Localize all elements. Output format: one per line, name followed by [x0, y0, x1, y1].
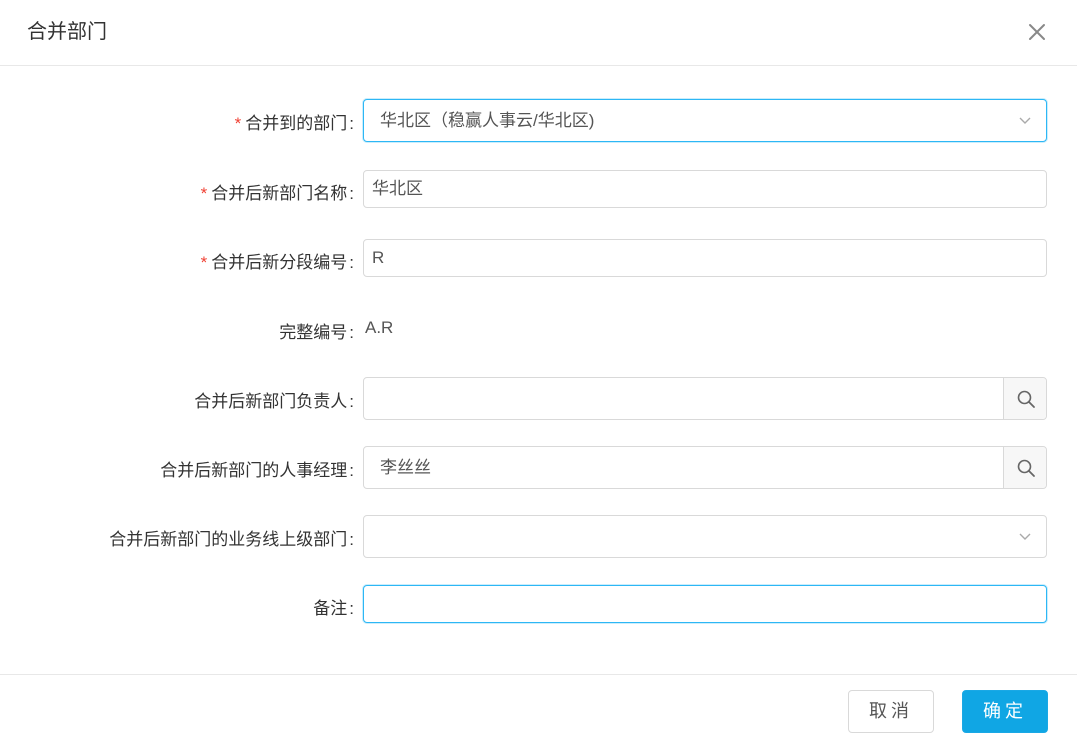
new-name-value: 华北区	[372, 179, 423, 198]
new-name-input[interactable]: 华北区	[363, 170, 1047, 208]
new-head-search-button[interactable]	[1003, 378, 1046, 419]
form-row-merge-target: * 合并到的部门: 华北区（稳赢人事云/华北区)	[0, 99, 1077, 142]
hr-manager-value: 李丝丝	[380, 458, 431, 477]
form-row-hr-manager: 合并后新部门的人事经理: 李丝丝	[0, 446, 1077, 489]
cancel-button[interactable]: 取消	[848, 690, 934, 733]
dialog-header: 合并部门	[0, 0, 1077, 66]
form-row-new-name: * 合并后新部门名称: 华北区	[0, 170, 1077, 208]
confirm-button[interactable]: 确定	[962, 690, 1048, 733]
segment-code-value: R	[372, 248, 385, 267]
new-head-input[interactable]	[363, 377, 1047, 420]
form-row-new-head: 合并后新部门负责人:	[0, 377, 1077, 420]
hr-manager-search-button[interactable]	[1003, 447, 1046, 488]
remark-label: 备注:	[313, 599, 354, 618]
hr-manager-input[interactable]: 李丝丝	[363, 446, 1047, 489]
form-row-business-parent: 合并后新部门的业务线上级部门:	[0, 515, 1077, 558]
segment-code-label: * 合并后新分段编号:	[200, 253, 354, 272]
merge-target-label: * 合并到的部门:	[234, 114, 354, 133]
form-row-full-code: 完整编号: A.R	[0, 315, 1077, 343]
required-mark: *	[200, 184, 208, 203]
required-mark: *	[234, 114, 242, 133]
search-icon	[1017, 459, 1035, 477]
required-mark: *	[200, 253, 208, 272]
search-icon	[1017, 390, 1035, 408]
chevron-down-icon	[1019, 533, 1031, 540]
business-parent-label: 合并后新部门的业务线上级部门:	[109, 530, 354, 549]
merge-department-dialog: 合并部门 * 合并到的部门: 华北区（稳赢人事云/华北区) * 合并后新部门名称: …	[0, 0, 1077, 737]
close-icon	[1029, 24, 1045, 40]
hr-manager-label: 合并后新部门的人事经理:	[160, 461, 354, 480]
dialog-footer: 取消 确定	[0, 674, 1077, 737]
full-code-value: A.R	[365, 318, 394, 337]
form-row-segment-code: * 合并后新分段编号: R	[0, 239, 1077, 277]
segment-code-input[interactable]: R	[363, 239, 1047, 277]
new-head-label: 合并后新部门负责人:	[194, 392, 354, 411]
close-button[interactable]	[1022, 17, 1052, 47]
remark-input[interactable]	[363, 585, 1047, 623]
merge-target-select[interactable]: 华北区（稳赢人事云/华北区)	[363, 99, 1047, 142]
merge-target-value: 华北区（稳赢人事云/华北区)	[380, 111, 595, 130]
full-code-label: 完整编号:	[279, 323, 354, 342]
form-row-remark: 备注:	[0, 585, 1077, 623]
chevron-down-icon	[1019, 117, 1031, 124]
new-name-label: * 合并后新部门名称:	[200, 184, 354, 203]
dialog-title: 合并部门	[27, 21, 107, 43]
business-parent-select[interactable]	[363, 515, 1047, 558]
